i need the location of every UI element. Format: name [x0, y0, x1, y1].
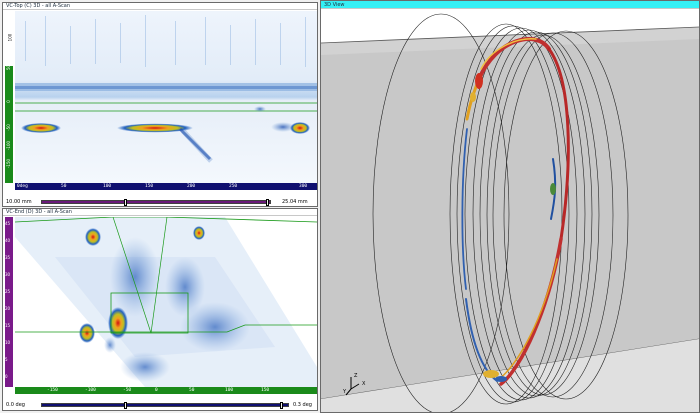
top-vtick-2: 0 — [5, 100, 11, 103]
end-view-dscan-image[interactable] — [15, 217, 317, 387]
top-htick-4: 200 — [187, 184, 196, 189]
top-range-slider-handle-left[interactable] — [124, 199, 127, 206]
top-view-cscan-image[interactable] — [15, 11, 317, 183]
end-htick-5: 100 — [225, 388, 234, 393]
end-vtick-1: 40 — [5, 238, 11, 243]
end-range-slider-handle-left[interactable] — [124, 402, 127, 409]
top-htick-0: 0deg — [17, 184, 28, 189]
top-htick-3: 150 — [145, 184, 154, 189]
end-vtick-0: 45 — [5, 221, 11, 226]
view-3d-canvas[interactable] — [321, 9, 699, 413]
end-range-slider[interactable] — [41, 402, 289, 409]
top-vtick-0: 100 — [7, 33, 13, 42]
end-vtick-8: 5 — [5, 357, 8, 362]
top-range-slider[interactable] — [41, 199, 271, 206]
end-vtick-3: 30 — [5, 272, 11, 277]
top-vtick-3: -50 — [5, 124, 11, 131]
end-htick-1: -100 — [85, 388, 96, 393]
end-vtick-5: 20 — [5, 306, 11, 311]
top-htick-6: 300 — [299, 184, 308, 189]
top-range-max: 25.04 mm — [282, 199, 308, 205]
end-htick-6: 150 — [261, 388, 270, 393]
top-range-min: 10.00 mm — [6, 199, 32, 205]
top-htick-1: 50 — [61, 184, 67, 189]
end-vtick-4: 25 — [5, 289, 11, 294]
axis-x-label: X — [362, 381, 366, 387]
end-htick-0: -150 — [47, 388, 58, 393]
end-htick-2: -50 — [123, 388, 132, 393]
end-vtick-2: 35 — [5, 255, 11, 260]
end-range-max: 0.3 deg — [293, 402, 312, 408]
end-view-title: VC-End (D) 3D - all A-Scan — [3, 209, 317, 216]
end-vtick-6: 15 — [5, 323, 11, 328]
end-vtick-7: 10 — [5, 340, 11, 345]
end-view-horizontal-ruler[interactable] — [15, 387, 317, 394]
top-vtick-5: -150 — [6, 158, 12, 169]
end-vtick-9: 0 — [5, 374, 8, 379]
axis-z-label: Z — [354, 373, 358, 379]
view-3d-title: 3D View — [321, 1, 699, 9]
view-3d-pane: 3D View X Y Z — [320, 0, 700, 413]
top-view-title: VC-Top (C) 3D - all A-Scan — [3, 3, 317, 10]
end-view-pane: VC-End (D) 3D - all A-Scan 45 40 35 30 2… — [2, 208, 318, 411]
axis-y-label: Y — [343, 389, 347, 395]
end-htick-4: 50 — [189, 388, 195, 393]
top-range-slider-handle-right[interactable] — [266, 199, 269, 206]
end-range-min: 0.0 deg — [6, 402, 25, 408]
top-vtick-4: -100 — [6, 140, 12, 151]
end-range-slider-handle-right[interactable] — [280, 402, 283, 409]
top-htick-2: 100 — [103, 184, 112, 189]
top-vtick-1: 50 — [6, 64, 12, 71]
top-view-pane: VC-Top (C) 3D - all A-Scan 100 50 0 -50 … — [2, 2, 318, 207]
end-htick-3: 0 — [155, 388, 158, 393]
top-htick-5: 250 — [229, 184, 238, 189]
